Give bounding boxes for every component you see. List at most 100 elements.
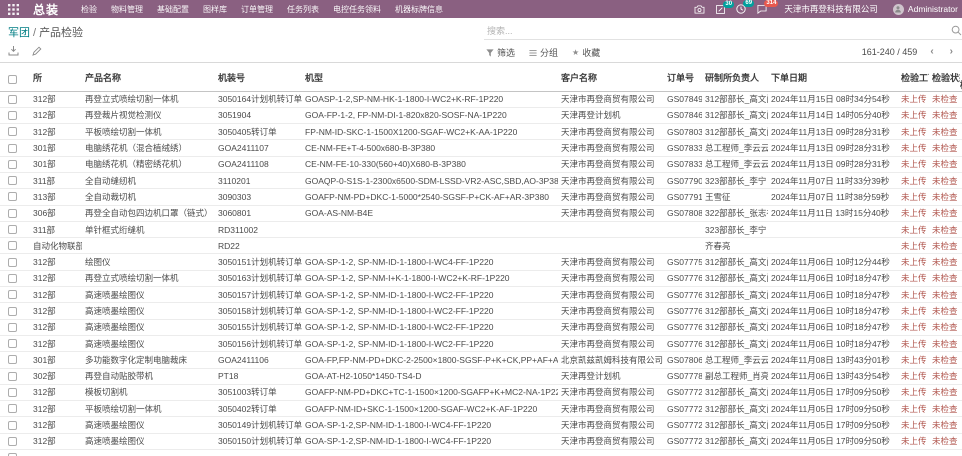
row-checkbox[interactable] [8, 176, 17, 185]
cell-manager: 总工程师_李云云 [702, 352, 768, 368]
row-checkbox[interactable] [8, 241, 17, 250]
table-row[interactable]: 313部全自动裁切机3090303GOAFP-NM-PD+DKC-1-5000*… [0, 189, 962, 205]
cell-manager [702, 450, 768, 456]
header-order-date[interactable]: 下单日期 [768, 63, 898, 91]
messages-chat-icon[interactable]: 314 [757, 4, 767, 14]
table-row[interactable]: 312部高速喷墨绘图仪3050150计划机转订单GOA-SP-1-2,SP-NM… [0, 433, 962, 449]
menu-item-task-list[interactable]: 任务列表 [287, 4, 319, 15]
menu-item-inspection[interactable]: 检验 [81, 4, 97, 15]
table-row[interactable]: 301部多功能数字化定制电脑裁床GOA2411106GOA-FP,FP-NM-P… [0, 352, 962, 368]
header-order-no[interactable]: 订单号 [664, 63, 702, 91]
cell-dept: 302部 [30, 368, 82, 384]
header-model[interactable]: 机型 [302, 63, 558, 91]
row-checkbox[interactable] [8, 225, 17, 234]
cell-order-date: 2024年11月11日 13时15分40秒 [768, 205, 898, 221]
row-checkbox[interactable] [8, 355, 17, 364]
row-checkbox[interactable] [8, 404, 17, 413]
company-name[interactable]: 天津市再登科技有限公司 [784, 3, 878, 15]
table-row[interactable]: 312部高速喷墨绘图仪3050149计划机转订单GOA-SP-1-2,SP-NM… [0, 417, 962, 433]
header-customer[interactable]: 客户名称 [558, 63, 664, 91]
cell-dept: 301部 [30, 140, 82, 156]
table-row[interactable]: 312部高速喷墨绘图仪3050156计划机转订单GOA-SP-1-2, SP-N… [0, 335, 962, 351]
table-row[interactable] [0, 450, 962, 456]
menu-item-base-config[interactable]: 基础配置 [157, 4, 189, 15]
table-row[interactable]: 312部平板喷绘切割一体机3050402转订单GOAFP-NM-ID+SKC-1… [0, 401, 962, 417]
row-checkbox[interactable] [8, 323, 17, 332]
export-download-icon[interactable] [8, 45, 19, 56]
search-icon[interactable] [951, 25, 962, 36]
cell-order-date: 2024年11月05日 17时09分50秒 [768, 401, 898, 417]
cell-product-name: 模板切割机 [82, 384, 215, 400]
favorites-button[interactable]: ★ 收藏 [572, 46, 600, 59]
select-all-checkbox[interactable] [8, 75, 17, 84]
table-row[interactable]: 306部再登全自动包四边机口罩（链式）3060801GOA-AS-NM-B4E天… [0, 205, 962, 221]
table-row[interactable]: 312部再登裁片视觉检测仪3051904GOA-FP-1-2, FP-NM-DI… [0, 107, 962, 123]
header-inspection-status[interactable]: 检验状态 [929, 63, 960, 91]
row-checkbox[interactable] [8, 372, 17, 381]
cell-order-no [664, 238, 702, 254]
table-row[interactable]: 312部再登立式喷绘切割一体机3050164计划机转订单GOASP-1-2,SP… [0, 91, 962, 107]
table-row[interactable]: 302部再登自动贴胶带机PT18GOA-AT-H2-1050*1450-TS4-… [0, 368, 962, 384]
table-row[interactable]: 311部单针框式绗缝机RD311002323部部长_李宁未上传未检查 [0, 221, 962, 237]
search-bar[interactable]: 搜索... [484, 22, 962, 40]
cell-order-date: 2024年11月05日 17时09分50秒 [768, 433, 898, 449]
row-checkbox[interactable] [8, 421, 17, 430]
notes-icon[interactable]: 30 [716, 5, 725, 14]
cell-dept: 312部 [30, 287, 82, 303]
row-checkbox[interactable] [8, 258, 17, 267]
activities-clock-icon[interactable]: 69 [736, 4, 746, 14]
row-checkbox[interactable] [8, 160, 17, 169]
table-row[interactable]: 312部模板切割机3051003转订单GOAFP-NM-PD+DKC+TC-1-… [0, 384, 962, 400]
apps-grid-icon[interactable] [8, 4, 19, 15]
search-input[interactable]: 搜索... [487, 24, 951, 37]
app-title[interactable]: 总装 [33, 1, 59, 18]
table-row[interactable]: 312部高速喷墨绘图仪3050158计划机转订单GOA-SP-1-2, SP-N… [0, 303, 962, 319]
pager-range: 161-240 / 459 [862, 47, 918, 57]
table-row[interactable]: 301部电脑绣花机（精密绣花机）GOA2411108CE-NM-FE-10-33… [0, 156, 962, 172]
menu-item-drawing-library[interactable]: 图样库 [203, 4, 227, 15]
group-by-button[interactable]: 分组 [529, 46, 558, 59]
cell-model: GOA-SP-1-2, SP-NM-ID-1-1800-I-WC2-FF-1P2… [302, 287, 558, 303]
edit-pencil-icon[interactable] [32, 46, 42, 56]
header-dept[interactable]: 所 [30, 63, 82, 91]
row-checkbox[interactable] [8, 339, 17, 348]
filter-toolbar: 筛选 分组 ★ 收藏 [486, 46, 600, 59]
header-inspection-process[interactable]: 检验工艺 [898, 63, 929, 91]
row-checkbox[interactable] [8, 274, 17, 283]
cell-inspection-process: 未上传 [898, 172, 929, 188]
table-row[interactable]: 312部平板喷绘切割一体机3050405转订单FP-NM-ID-SKC-1-15… [0, 124, 962, 140]
table-row[interactable]: 311部全自动缝纫机3110201GOAQP-0-S1S-1-2300x6500… [0, 172, 962, 188]
table-row[interactable]: 312部绘图仪3050151计划机转订单GOA-SP-1-2, SP-NM-ID… [0, 254, 962, 270]
filters-button[interactable]: 筛选 [486, 46, 515, 59]
header-manager[interactable]: 研制所负责人 [702, 63, 768, 91]
row-checkbox[interactable] [8, 437, 17, 446]
user-menu[interactable]: Administrator [893, 4, 958, 15]
pager-next-button[interactable]: › [947, 46, 956, 57]
breadcrumb-parent-link[interactable]: 军团 [8, 27, 30, 39]
row-checkbox[interactable] [8, 111, 17, 120]
pager-prev-button[interactable]: ‹ [927, 46, 936, 57]
cell-dept: 301部 [30, 156, 82, 172]
row-checkbox[interactable] [8, 127, 17, 136]
menu-item-materials[interactable]: 物料管理 [111, 4, 143, 15]
header-product-name[interactable]: 产品名称 [82, 63, 215, 91]
camera-icon[interactable] [694, 5, 705, 14]
row-checkbox[interactable] [8, 209, 17, 218]
menu-item-orders[interactable]: 订单管理 [241, 4, 273, 15]
menu-item-nameplate-info[interactable]: 机器标牌信息 [395, 4, 443, 15]
table-row[interactable]: 自动化物联部RD22齐春亮未上传未检查 [0, 238, 962, 254]
row-checkbox[interactable] [8, 388, 17, 397]
table-row[interactable]: 312部再登立式喷绘切割一体机3050163计划机转订单GOA-SP-1-2, … [0, 270, 962, 286]
row-checkbox[interactable] [8, 192, 17, 201]
row-checkbox[interactable] [8, 307, 17, 316]
cell-order-no: GS07775 [664, 254, 702, 270]
table-row[interactable]: 312部高速喷墨绘图仪3050155计划机转订单GOA-SP-1-2, SP-N… [0, 319, 962, 335]
table-row[interactable]: 301部电脑绣花机（混合植绒绣）GOA2411107CE-NM-FE+T-4-5… [0, 140, 962, 156]
row-checkbox[interactable] [8, 95, 17, 104]
menu-item-electric-picking[interactable]: 电控任务领料 [333, 4, 381, 15]
table-row[interactable]: 312部高速喷墨绘图仪3050157计划机转订单GOA-SP-1-2, SP-N… [0, 287, 962, 303]
row-checkbox[interactable] [8, 144, 17, 153]
row-checkbox[interactable] [8, 290, 17, 299]
cell-manager: 312部部长_高文阁 [702, 124, 768, 140]
header-machine-no[interactable]: 机装号 [215, 63, 302, 91]
